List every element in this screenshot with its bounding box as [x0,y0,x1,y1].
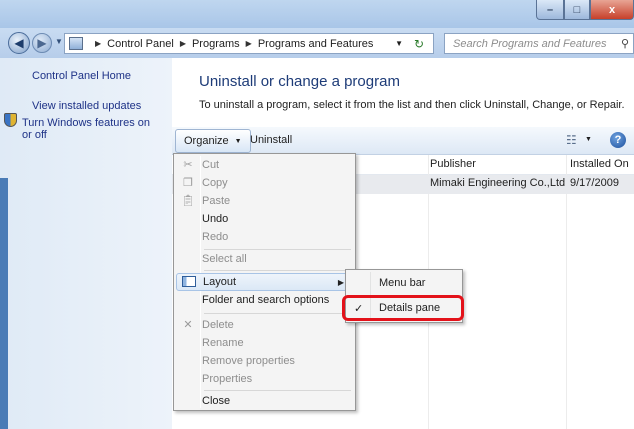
page-description: To uninstall a program, select it from t… [199,99,625,111]
window-edge [0,178,8,429]
menu-item-label: Remove properties [202,355,295,367]
maximize-button[interactable]: □ [564,0,590,20]
link-turn-windows-features[interactable]: Turn Windows features on or off [22,117,162,141]
delete-x-icon: ✕ [183,319,193,331]
menu-item-label: Cut [202,159,220,171]
menu-item-folder-and-search-options[interactable]: Folder and search options [176,291,353,309]
recent-pages-chevron-icon[interactable]: ▼ [55,37,63,46]
uac-shield-icon [4,113,17,127]
menu-separator [204,313,351,314]
control-panel-icon [69,37,83,50]
organize-button[interactable]: Organize ▼ [175,129,251,153]
menu-item-label: Undo [202,213,229,225]
address-dropdown-icon[interactable]: ▼ [395,39,403,48]
column-header-installed-on[interactable]: Installed On [570,158,629,170]
organize-label: Organize [184,135,229,147]
menu-item-label: Copy [202,177,228,189]
menu-item-redo[interactable]: Redo [176,228,353,246]
search-placeholder: Search Programs and Features [453,37,607,50]
close-button[interactable]: x [590,0,634,20]
chevron-down-icon: ▼ [234,137,242,145]
link-view-installed-updates[interactable]: View installed updates [32,100,141,112]
link-control-panel-home[interactable]: Control Panel Home [32,70,131,82]
menu-item-label: Paste [202,195,231,207]
copy-icon: ❐ [183,177,193,189]
menu-item-label: Redo [202,231,229,243]
menu-item-paste[interactable]: 📋︎ Paste [176,192,353,210]
menu-item-copy[interactable]: ❐ Copy [176,174,353,192]
submenu-item-menu-bar[interactable]: Menu bar [379,277,425,289]
search-input[interactable]: Search Programs and Features ⚲ [444,33,634,54]
command-bar: Organize ▼ Uninstall ☷ ▼ ? [172,127,634,155]
row-installed-on: 9/17/2009 [570,177,619,189]
views-chevron-down-icon[interactable]: ▼ [585,136,592,143]
refresh-icon[interactable]: ↻ [408,36,430,51]
menu-item-delete[interactable]: ✕ Delete [176,316,353,334]
breadcrumb-chevron-icon[interactable]: ▶ [246,39,252,48]
address-field[interactable]: ▶ Control Panel ▶ Programs ▶ Programs an… [64,33,434,54]
menu-item-rename[interactable]: Rename [176,334,353,352]
search-icon[interactable]: ⚲ [621,37,629,50]
breadcrumb-control-panel[interactable]: Control Panel [107,38,174,50]
menu-item-label: Close [202,395,231,407]
menu-item-properties[interactable]: Properties [176,370,353,388]
menu-separator [204,270,351,271]
breadcrumb-chevron-icon[interactable]: ▶ [95,39,101,48]
breadcrumb-chevron-icon[interactable]: ▶ [180,39,186,48]
column-divider [566,155,567,429]
menu-separator [204,390,351,391]
forward-button[interactable]: ▶ [32,33,52,53]
menu-item-label: Delete [202,319,234,331]
title-bar: – □ x [0,0,634,28]
views-icon[interactable]: ☷ [566,133,577,147]
organize-menu: ✂ Cut ❐ Copy 📋︎ Paste Undo Redo Select all … [173,153,356,411]
back-arrow-icon: ◀ [14,36,24,50]
scissors-icon: ✂ [183,159,193,171]
menu-item-label: Layout [203,276,237,288]
forward-arrow-icon: ▶ [37,36,47,50]
page-title: Uninstall or change a program [199,73,400,90]
menu-item-close[interactable]: Close [176,392,353,410]
menu-item-select-all[interactable]: Select all [176,250,353,268]
uninstall-button[interactable]: Uninstall [250,134,292,146]
menu-item-label: Select all [202,253,247,265]
breadcrumb-programs[interactable]: Programs [192,38,240,50]
navigation-pane: Control Panel Home View installed update… [0,58,172,429]
menu-item-undo[interactable]: Undo [176,210,353,228]
highlight-annotation-outline [342,295,464,321]
window-controls: – □ x [536,0,634,20]
menu-item-label: Rename [202,337,244,349]
address-toolbar: ◀ ▶ ▼ ▶ Control Panel ▶ Programs ▶ Progr… [0,28,634,58]
submenu-arrow-icon: ▶ [337,277,344,287]
clipboard-icon: 📋︎ [181,195,195,207]
menu-item-label: Properties [202,373,253,385]
layout-icon [181,276,197,290]
column-header-publisher[interactable]: Publisher [430,158,476,170]
back-button[interactable]: ◀ [8,32,30,54]
minimize-button[interactable]: – [536,0,564,20]
menu-item-remove-properties[interactable]: Remove properties [176,352,353,370]
menu-item-layout[interactable]: Layout ▶ [176,273,353,291]
row-publisher: Mimaki Engineering Co.,Ltd [430,177,566,189]
menu-item-label: Folder and search options [202,294,330,306]
help-icon[interactable]: ? [610,132,626,148]
breadcrumb-programs-and-features[interactable]: Programs and Features [258,38,374,50]
menu-item-cut[interactable]: ✂ Cut [176,156,353,174]
